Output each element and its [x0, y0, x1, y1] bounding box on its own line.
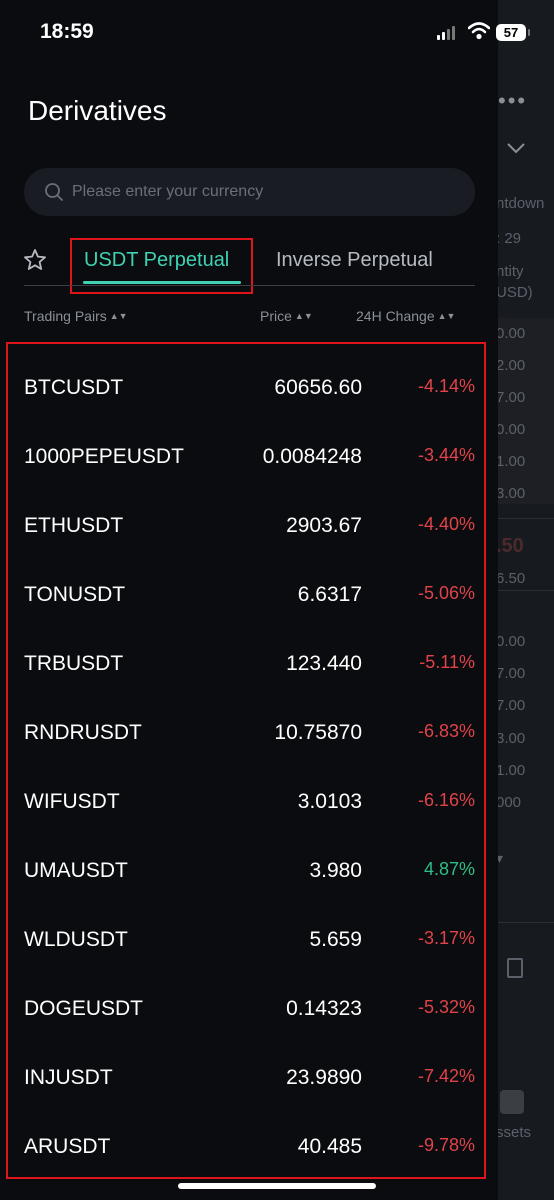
background-divider: [498, 590, 554, 591]
tab-inverse-perpetual[interactable]: Inverse Perpetual: [276, 249, 433, 272]
favorites-star-icon[interactable]: [22, 247, 48, 273]
column-header-pair[interactable]: Trading Pairs ▲▼: [24, 308, 128, 324]
background-text: 2.00: [496, 357, 526, 374]
sort-icon: ▲▼: [109, 311, 128, 321]
background-divider: [498, 922, 554, 923]
tab-usdt-perpetual[interactable]: USDT Perpetual: [84, 249, 229, 272]
background-text: ssets: [496, 1124, 532, 1141]
battery-icon: 57: [496, 24, 530, 41]
sort-icon: ▲▼: [437, 311, 456, 321]
sort-icon: ▲▼: [294, 311, 313, 321]
background-text: USD): [496, 284, 533, 301]
document-icon: [507, 958, 523, 978]
page-title: Derivatives: [28, 95, 167, 126]
column-header-change-label: 24H Change: [356, 308, 435, 324]
background-text: 000: [496, 794, 522, 811]
background-text: 7.00: [496, 389, 526, 406]
more-icon: •••: [498, 88, 528, 113]
search-input[interactable]: [72, 168, 462, 216]
background-divider: [498, 518, 554, 519]
background-page: [498, 0, 554, 1200]
background-text: 0.00: [496, 325, 526, 342]
background-text: 3.00: [496, 485, 526, 502]
status-time: 18:59: [40, 20, 94, 43]
background-text: 3.00: [496, 730, 526, 747]
column-header-change[interactable]: 24H Change ▲▼: [356, 308, 455, 324]
background-text: 7.00: [496, 697, 526, 714]
search-bar[interactable]: [24, 168, 475, 216]
home-indicator: [178, 1183, 376, 1189]
background-text: : 29: [496, 230, 522, 247]
wifi-icon: [467, 22, 491, 45]
background-last-price: .50: [496, 535, 524, 557]
background-text: 7.00: [496, 665, 526, 682]
column-header-price-label: Price: [260, 308, 292, 324]
tab-divider: [24, 285, 475, 286]
background-text: ntity: [496, 263, 524, 280]
background-orderbook-band: [498, 318, 554, 504]
list-highlight-box: [6, 342, 486, 1179]
chevron-down-icon: [506, 138, 526, 159]
background-text: 0.00: [496, 421, 526, 438]
search-icon: [45, 183, 63, 201]
background-text: 1.00: [496, 762, 526, 779]
active-tab-underline: [83, 281, 241, 284]
column-header-pair-label: Trading Pairs: [24, 308, 107, 324]
wallet-icon: [500, 1090, 524, 1114]
column-header-price[interactable]: Price ▲▼: [260, 308, 313, 324]
cellular-signal-icon: [437, 26, 455, 40]
background-text: ntdown: [496, 195, 545, 212]
background-text: 1.00: [496, 453, 526, 470]
background-text: 0.00: [496, 633, 526, 650]
background-text: 6.50: [496, 570, 526, 587]
